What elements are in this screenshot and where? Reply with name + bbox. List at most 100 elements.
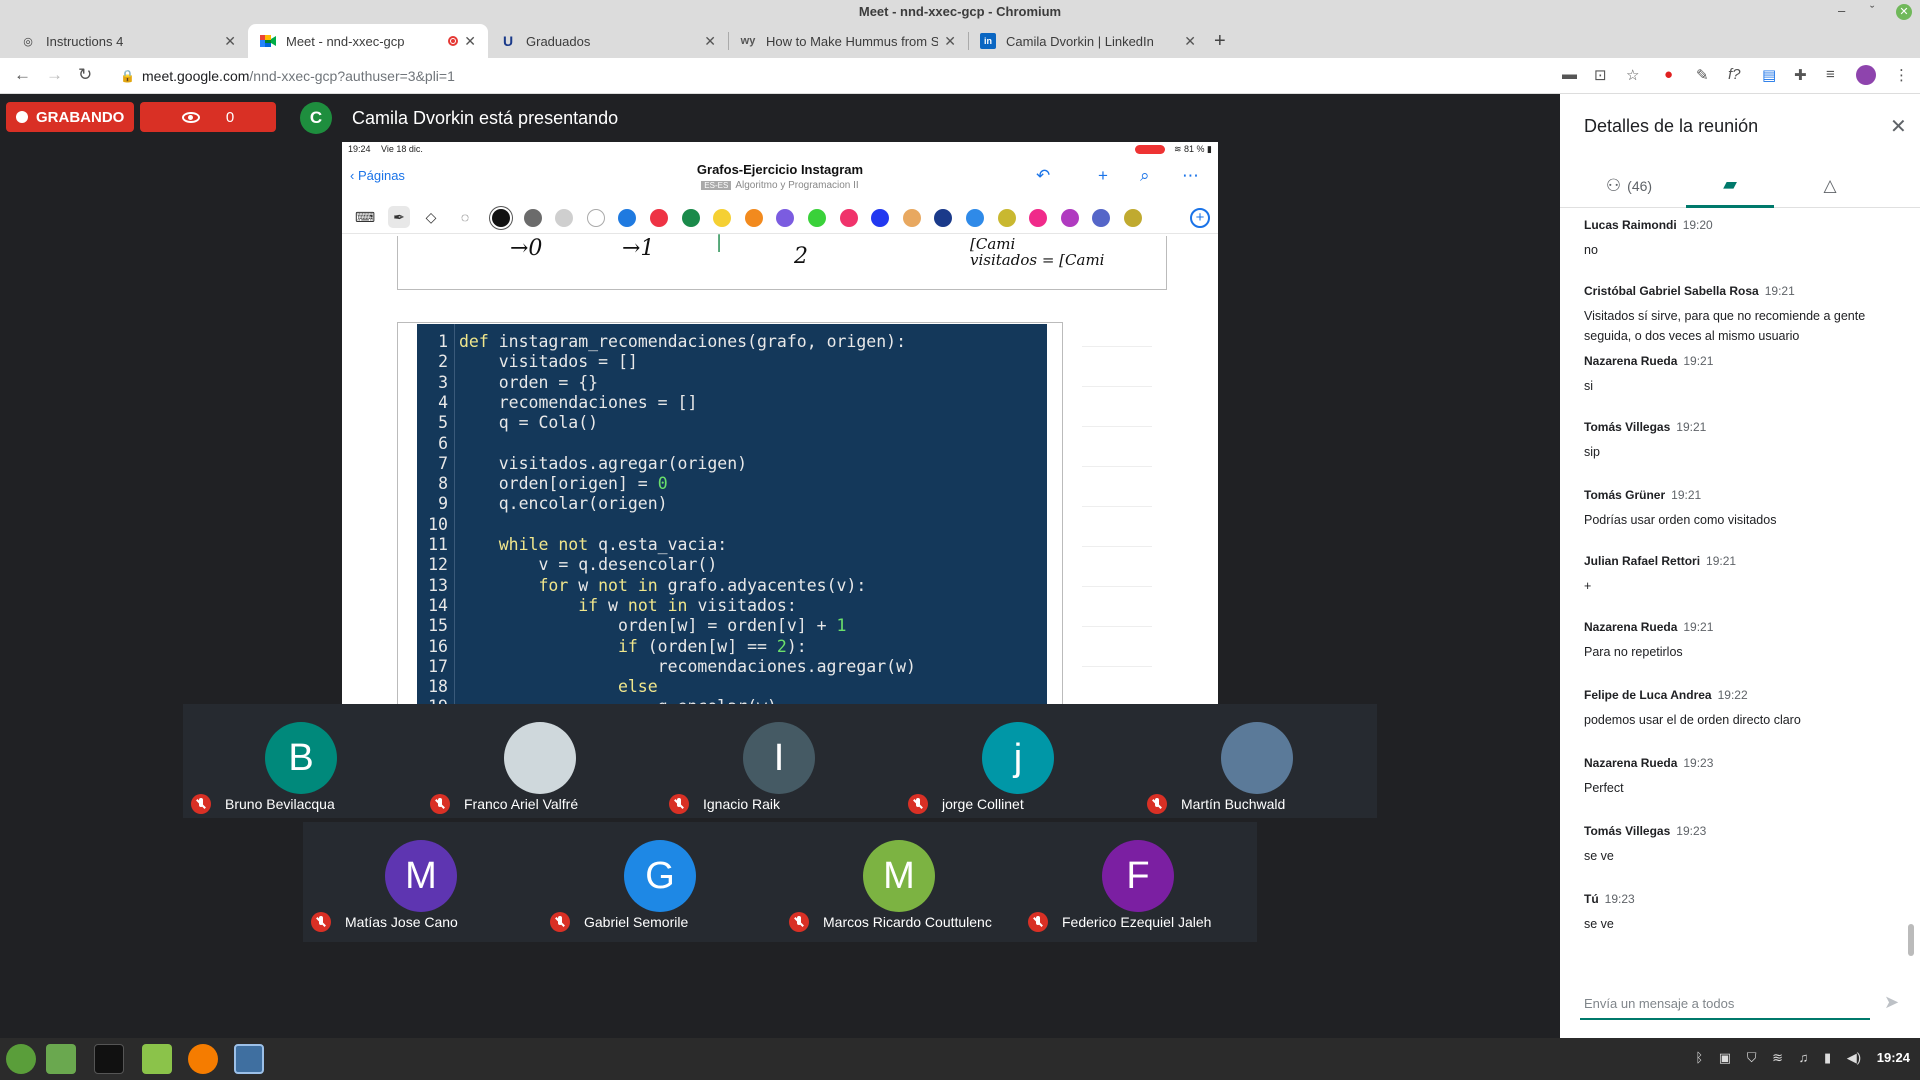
color-swatch[interactable] [618, 209, 637, 227]
send-icon[interactable]: ➤ [1884, 992, 1899, 1013]
color-swatch[interactable] [523, 209, 542, 227]
back-arrow-icon[interactable]: ← [14, 65, 31, 85]
bluetooth-icon[interactable]: ᛒ [1695, 1050, 1703, 1065]
tab-close-icon[interactable]: ✕ [944, 33, 956, 50]
address-bar[interactable]: 🔒 meet.google.com/nnd-xxec-gcp?authuser=… [112, 61, 1552, 91]
code-line: for w not in grafo.adyacentes(v): [459, 576, 866, 595]
tab-activities[interactable]: △ [1786, 164, 1874, 208]
color-swatch[interactable] [713, 209, 732, 227]
translate-icon[interactable]: ⊡ [1594, 66, 1607, 84]
search-icon[interactable]: ⌕ [1140, 166, 1150, 186]
lasso-icon[interactable]: ◌ [454, 206, 476, 228]
chat-scrollbar[interactable] [1908, 924, 1914, 956]
chat-message-input[interactable]: Envía un mensaje a todos [1580, 988, 1870, 1020]
color-swatch[interactable] [902, 209, 921, 227]
chromium-taskbar-icon[interactable] [234, 1044, 264, 1074]
color-swatch[interactable] [871, 209, 890, 227]
bookmark-star-icon[interactable]: ☆ [1626, 66, 1639, 84]
close-window-button[interactable]: ✕ [1896, 4, 1912, 20]
color-swatch[interactable] [681, 209, 700, 227]
color-swatch[interactable] [1060, 209, 1079, 227]
keyboard-icon[interactable]: ⌨ [354, 206, 376, 228]
firefox-icon[interactable] [188, 1044, 218, 1074]
eyedropper-extension-icon[interactable]: ✎ [1696, 66, 1709, 84]
participant-name: Bruno Bevilacqua [225, 796, 335, 812]
tab-hummus[interactable]: wy How to Make Hummus from S ✕ [728, 24, 968, 58]
color-swatch[interactable] [808, 209, 826, 227]
wifi-icon[interactable]: ≋ [1772, 1050, 1783, 1065]
audio-icon[interactable]: ♫ [1799, 1050, 1809, 1065]
color-swatch[interactable] [966, 209, 984, 227]
camera-icon[interactable]: ▬ [1562, 66, 1577, 83]
color-swatch[interactable] [1124, 209, 1142, 227]
tab-chat[interactable]: ▰ [1686, 164, 1774, 208]
color-swatch[interactable] [997, 209, 1016, 227]
media-queue-icon[interactable]: ≡ [1826, 66, 1835, 83]
color-swatch[interactable] [1029, 209, 1048, 227]
recording-button[interactable]: GRABANDO [6, 102, 134, 132]
participant-tile[interactable]: B Bruno Bevilacqua [183, 704, 423, 818]
tab-graduados[interactable]: U Graduados ✕ [488, 24, 728, 58]
color-swatch[interactable] [492, 209, 510, 227]
participant-tile[interactable]: Franco Ariel Valfré [422, 704, 662, 818]
color-swatch[interactable] [839, 209, 858, 227]
opera-extension-icon[interactable]: ● [1664, 66, 1673, 83]
color-swatch[interactable] [650, 209, 668, 227]
close-panel-icon[interactable]: ✕ [1890, 114, 1907, 139]
dictionary-extension-icon[interactable]: ▤ [1762, 66, 1776, 84]
forward-arrow-icon[interactable]: → [46, 65, 63, 85]
handwriting-4: [Cami visitados = [Cami [970, 235, 1105, 269]
shield-icon[interactable]: ⛉ [1747, 1050, 1757, 1065]
formula-extension-icon[interactable]: f? [1728, 66, 1741, 83]
reload-icon[interactable]: ↻ [78, 65, 92, 85]
browser-menu-icon[interactable]: ⋮ [1894, 66, 1909, 84]
undo-icon[interactable]: ↶ [1036, 166, 1050, 186]
color-swatch[interactable] [555, 209, 574, 227]
participant-tile[interactable]: M Marcos Ricardo Couttulenc [781, 822, 1021, 936]
new-tab-icon[interactable]: + [1214, 24, 1226, 58]
color-swatch[interactable] [744, 209, 763, 227]
participant-tile[interactable]: F Federico Ezequiel Jaleh [1020, 822, 1260, 936]
tab-close-icon[interactable]: ✕ [224, 33, 236, 50]
participant-avatar: I [743, 722, 815, 794]
participant-tile[interactable]: I Ignacio Raik [661, 704, 901, 818]
participant-tile[interactable]: j jorge Collinet [900, 704, 1140, 818]
viewers-badge[interactable]: 0 [140, 102, 276, 132]
color-swatch[interactable] [1092, 209, 1111, 227]
maximize-button[interactable]: ˇ [1870, 3, 1874, 18]
minimize-button[interactable]: – [1838, 3, 1845, 18]
tab-close-icon[interactable]: ✕ [704, 33, 716, 50]
color-swatch[interactable] [586, 209, 605, 227]
color-swatch[interactable] [934, 209, 953, 227]
participant-tile[interactable]: Martín Buchwald [1139, 704, 1379, 818]
participant-tile[interactable]: G Gabriel Semorile [542, 822, 782, 936]
battery-icon[interactable]: ▮ [1824, 1050, 1831, 1065]
more-icon[interactable]: ⋯ [1182, 166, 1199, 186]
ipad-date: Vie 18 dic. [381, 144, 423, 154]
clipboard-icon[interactable]: ▣ [1719, 1050, 1731, 1065]
volume-icon[interactable]: ◀) [1847, 1050, 1861, 1065]
profile-avatar-icon[interactable] [1856, 65, 1876, 85]
mint-menu-icon[interactable] [6, 1044, 36, 1074]
tab-people[interactable]: ⚇ (46) [1584, 164, 1674, 208]
color-swatch[interactable] [776, 209, 795, 227]
show-desktop-icon[interactable] [46, 1044, 76, 1074]
eraser-icon[interactable]: ◇ [420, 206, 442, 228]
add-page-icon[interactable]: + [1098, 166, 1108, 186]
terminal-icon[interactable] [94, 1044, 124, 1074]
add-color-icon[interactable]: + [1190, 208, 1210, 228]
code-line: visitados = [] [459, 352, 638, 371]
tab-close-icon[interactable]: ✕ [464, 33, 476, 50]
tab-close-icon[interactable]: ✕ [1184, 33, 1196, 50]
message-author: Nazarena Rueda [1584, 354, 1678, 368]
tab-instructions[interactable]: ◎ Instructions 4 ✕ [8, 24, 248, 58]
participant-tile[interactable]: M Matías Jose Cano [303, 822, 543, 936]
files-folder-icon[interactable] [142, 1044, 172, 1074]
tab-linkedin[interactable]: in Camila Dvorkin | LinkedIn ✕ [968, 24, 1208, 58]
pen-tool-icon[interactable]: ✒ [388, 206, 410, 228]
extensions-puzzle-icon[interactable]: ✚ [1794, 66, 1807, 84]
participant-photo [504, 722, 576, 794]
taskbar-clock[interactable]: 19:24 [1877, 1050, 1910, 1065]
tab-meet[interactable]: Meet - nnd-xxec-gcp ✕ [248, 24, 488, 58]
code-token: else [459, 677, 658, 697]
